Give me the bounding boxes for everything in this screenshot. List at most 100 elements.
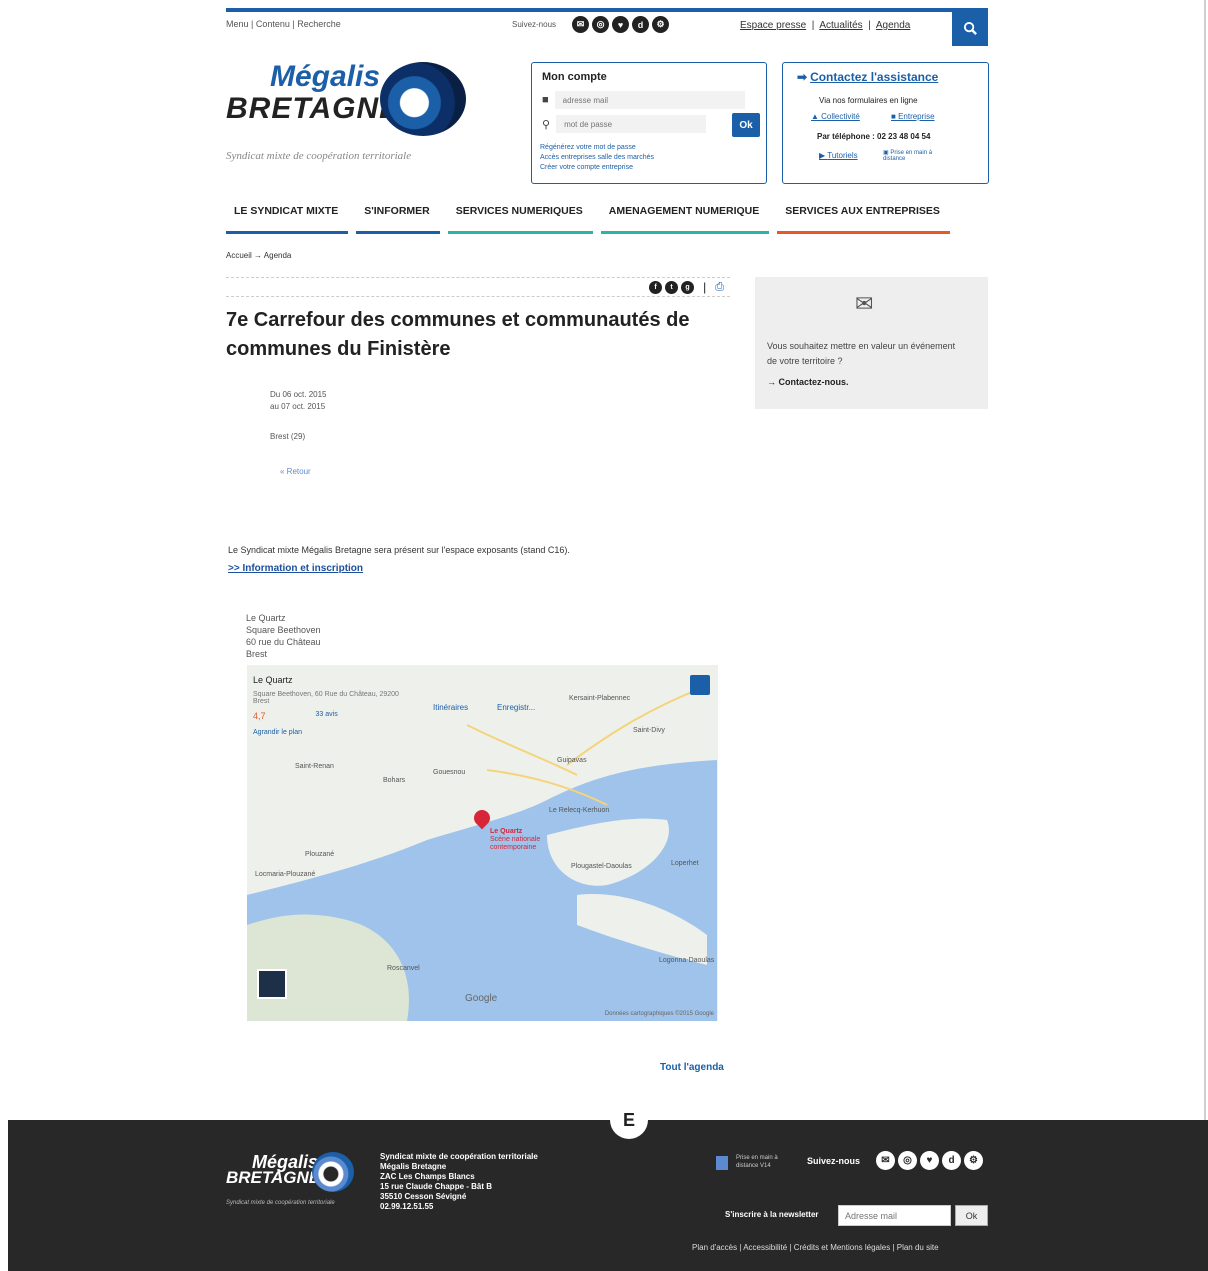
link-agenda[interactable]: Agenda bbox=[876, 20, 910, 31]
footer-address: Syndicat mixte de coopération territoria… bbox=[380, 1152, 538, 1212]
create-account-link[interactable]: Créer votre compte entreprise bbox=[540, 163, 654, 173]
divider: | bbox=[703, 280, 707, 294]
link-espace-presse[interactable]: Espace presse bbox=[740, 20, 806, 31]
map-reviews[interactable]: 33 avis bbox=[316, 711, 338, 721]
main-navigation: LE SYNDICAT MIXTE S'INFORMER SERVICES NU… bbox=[226, 205, 950, 234]
twitter-icon[interactable]: ♥ bbox=[612, 16, 629, 33]
collectivite-link[interactable]: ▲ Collectivité bbox=[811, 112, 860, 121]
map-place-label: Saint-Divy bbox=[633, 727, 665, 734]
map-place-label: Locmaria-Plouzané bbox=[255, 871, 316, 878]
logo-swirl-icon bbox=[380, 62, 466, 136]
map-pin-name: Le Quartz bbox=[490, 828, 523, 835]
share-bar: f t g | ⎙ bbox=[226, 277, 730, 297]
map-pin-sub: Scène nationale contemporaine bbox=[490, 836, 541, 851]
reset-password-link[interactable]: Régénérez votre mot de passe bbox=[540, 143, 654, 153]
footer-dailymotion-icon[interactable]: d bbox=[942, 1151, 961, 1170]
login-ok-button[interactable]: Ok bbox=[732, 113, 760, 137]
footer-links[interactable]: Plan d'accès | Accessibilité | Crédits e… bbox=[692, 1243, 939, 1252]
logo-megalis[interactable]: Mégalis bbox=[270, 60, 380, 94]
event-location: Brest (29) bbox=[270, 432, 306, 441]
logo-tagline: Syndicat mixte de coopération territoria… bbox=[226, 150, 412, 162]
map-save[interactable]: Enregistr... bbox=[497, 703, 535, 712]
sidebar-text: Vous souhaitez mettre en valeur un événe… bbox=[767, 341, 956, 366]
nav-services-numeriques[interactable]: SERVICES NUMERIQUES bbox=[447, 205, 593, 234]
footer-address-line: ZAC Les Champs Blancs bbox=[380, 1172, 475, 1181]
footer-twitter-icon[interactable]: ♥ bbox=[920, 1151, 939, 1170]
satellite-toggle[interactable] bbox=[257, 969, 287, 999]
remote-link[interactable]: ▣ Prise en main à distance bbox=[883, 149, 953, 162]
tout-agenda-link[interactable]: Tout l'agenda bbox=[660, 1062, 724, 1073]
facebook-icon[interactable]: f bbox=[649, 280, 663, 294]
article-body: Le Syndicat mixte Mégalis Bretagne sera … bbox=[228, 545, 570, 555]
viadeo-icon[interactable]: ⚙ bbox=[652, 16, 669, 33]
password-row: ⚲ bbox=[542, 115, 707, 133]
nav-syndicat-mixte[interactable]: LE SYNDICAT MIXTE bbox=[226, 205, 349, 234]
nav-services-entreprises[interactable]: SERVICES AUX ENTREPRISES bbox=[777, 205, 950, 234]
info-inscription-link[interactable]: >> Information et inscription bbox=[228, 563, 363, 574]
tutorials-link[interactable]: ▶ Tutoriels bbox=[819, 151, 858, 160]
factory-icon: ■ bbox=[891, 112, 899, 121]
quick-links: Espace presse | Actualités | Agenda bbox=[740, 20, 911, 31]
top-social-icons: ✉ ◎ ♥ d ⚙ bbox=[572, 16, 669, 33]
footer-social-icons: ✉ ◎ ♥ d ⚙ bbox=[876, 1151, 983, 1170]
video-icon: ▶ bbox=[819, 151, 828, 160]
account-links: Régénérez votre mot de passe Accès entre… bbox=[540, 143, 654, 173]
breadcrumb[interactable]: Accueil → Agenda bbox=[226, 251, 291, 260]
footer-address-line: 02.99.12.51.55 bbox=[380, 1202, 434, 1211]
marches-link[interactable]: Accès entreprises salle des marchés bbox=[540, 153, 654, 163]
footer-rss-icon[interactable]: ◎ bbox=[898, 1151, 917, 1170]
envelope-icon: ✉ bbox=[855, 291, 874, 316]
rss-icon[interactable]: ◎ bbox=[592, 16, 609, 33]
map-place-label: Le Relecq-Kerhuon bbox=[549, 807, 610, 814]
footer-badge-icon[interactable]: E bbox=[610, 1101, 648, 1139]
search-button[interactable] bbox=[952, 10, 988, 46]
entreprise-link[interactable]: ■ Entreprise bbox=[891, 112, 935, 121]
map-place-name: Le Quartz bbox=[253, 675, 293, 685]
map-place-label: Saint-Renan bbox=[295, 763, 334, 770]
logo-bretagne[interactable]: BRETAGNE bbox=[226, 92, 400, 126]
map-rating: 4,7 bbox=[253, 711, 266, 721]
map-place-label: Logonna-Daoulas bbox=[659, 957, 715, 964]
nav-amenagement-numerique[interactable]: AMENAGEMENT NUMERIQUE bbox=[600, 205, 770, 234]
back-link[interactable]: « Retour bbox=[280, 467, 311, 476]
newsletter-ok-button[interactable]: Ok bbox=[955, 1205, 988, 1226]
google-plus-icon[interactable]: g bbox=[681, 280, 695, 294]
street-view-pegman-icon[interactable] bbox=[690, 675, 710, 695]
assist-via: Via nos formulaires en ligne bbox=[819, 96, 918, 105]
footer-logo-bretagne[interactable]: BRETAGNE bbox=[226, 1168, 320, 1188]
footer-address-line: Mégalis Bretagne bbox=[380, 1162, 447, 1171]
link-actualites[interactable]: Actualités bbox=[819, 20, 862, 31]
nav-s-informer[interactable]: S'INFORMER bbox=[356, 205, 440, 234]
skip-links[interactable]: Menu | Contenu | Recherche bbox=[226, 19, 341, 29]
password-field[interactable] bbox=[556, 115, 707, 133]
page-title: 7e Carrefour des communes et communautés… bbox=[226, 309, 690, 360]
user-icon: ■ bbox=[542, 94, 549, 106]
google-map[interactable]: Le Quartz Square Beethoven, 60 Rue du Ch… bbox=[247, 665, 718, 1021]
footer-follow-label: Suivez-nous bbox=[807, 1156, 861, 1166]
map-place-label: Plougastel-Daoulas bbox=[571, 863, 632, 870]
assistance-link[interactable]: Contactez l'assistance bbox=[797, 70, 938, 84]
footer-remote-link[interactable]: Prise en main à distance V14 bbox=[716, 1154, 798, 1170]
search-icon bbox=[963, 21, 977, 35]
map-place-label: Roscanvel bbox=[387, 965, 420, 972]
email-icon[interactable]: ✉ bbox=[572, 16, 589, 33]
map-directions[interactable]: Itinéraires bbox=[433, 703, 468, 712]
date-to: au 07 oct. 2015 bbox=[270, 402, 326, 411]
newsletter-email-input[interactable] bbox=[838, 1205, 951, 1226]
twitter-share-icon[interactable]: t bbox=[665, 280, 679, 294]
subscribe-label: Suivez-nous bbox=[512, 20, 557, 29]
footer-viadeo-icon[interactable]: ⚙ bbox=[964, 1151, 983, 1170]
map-bigger-link[interactable]: Agrandir le plan bbox=[253, 729, 413, 736]
address-line: Le Quartz bbox=[246, 613, 286, 623]
email-field[interactable] bbox=[554, 91, 745, 109]
map-place-label: Guipavas bbox=[557, 757, 587, 764]
sidebar-contact-link[interactable]: → Contactez-nous. bbox=[767, 377, 849, 387]
footer-email-icon[interactable]: ✉ bbox=[876, 1151, 895, 1170]
footer-tagline: Syndicat mixte de coopération territoria… bbox=[226, 1200, 335, 1206]
print-icon[interactable]: ⎙ bbox=[715, 281, 724, 294]
google-logo: Google bbox=[465, 993, 498, 1004]
page-edge bbox=[1204, 0, 1206, 1120]
footer-address-line: 35510 Cesson Sévigné bbox=[380, 1192, 467, 1201]
dailymotion-icon[interactable]: d bbox=[632, 16, 649, 33]
sidebar-promo: ✉ Vous souhaitez mettre en valeur un évé… bbox=[755, 277, 988, 409]
